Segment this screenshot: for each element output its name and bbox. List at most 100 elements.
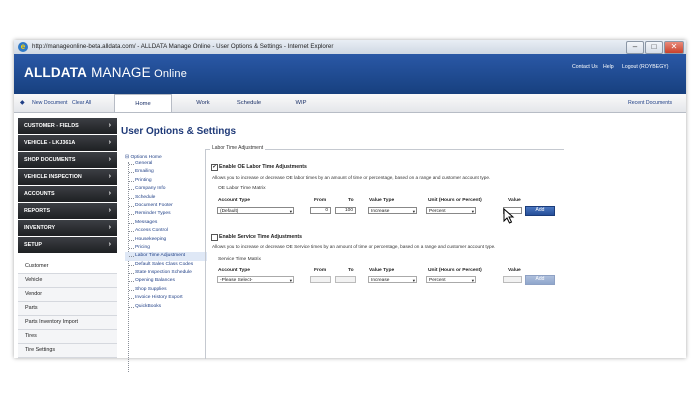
svc-value-type-select[interactable]: Increase ▾ xyxy=(368,276,417,283)
new-document-icon[interactable]: ◆ xyxy=(20,99,25,106)
chevron-down-icon: ▾ xyxy=(289,209,292,214)
chevron-down-icon: ▾ xyxy=(471,209,474,214)
tree-item-opening-balances[interactable]: Opening Balances xyxy=(125,277,207,285)
sidebar-section-accounts[interactable]: ACCOUNTS › xyxy=(18,186,117,202)
oe-unit-select[interactable]: Percent ▾ xyxy=(426,207,476,214)
help-link[interactable]: Help xyxy=(603,64,614,70)
window-title: http://manageonline-beta.alldata.com/ - … xyxy=(32,43,334,50)
sidebar-section-setup[interactable]: SETUP › xyxy=(18,237,117,253)
tree-item-emailing[interactable]: Emailing xyxy=(125,168,207,176)
oe-col-to: To xyxy=(348,198,354,203)
sidebar-section-customer[interactable]: CUSTOMER - FIELDS › xyxy=(18,118,117,134)
labor-time-fieldset xyxy=(205,149,564,359)
svc-col-unit: Unit (Hours or Percent) xyxy=(428,268,482,273)
sidebar: CUSTOMER - FIELDS › VEHICLE - LKJ361A › SH… xyxy=(18,118,117,364)
contact-us-link[interactable]: Contact Us xyxy=(572,64,598,70)
svc-add-button[interactable]: Add xyxy=(525,275,555,285)
oe-to-input[interactable]: 100 xyxy=(335,207,356,214)
logout-link[interactable]: Logout (ROYBEGY) xyxy=(622,64,668,70)
tree-item-access-control[interactable]: Access Control xyxy=(125,227,207,235)
oe-value-type-select[interactable]: Increase ▾ xyxy=(368,207,417,214)
svc-to-input[interactable] xyxy=(335,276,356,283)
chevron-down-icon: ▾ xyxy=(412,278,415,283)
tree-item-printing[interactable]: Printing xyxy=(125,177,207,185)
tab-schedule[interactable]: Schedule xyxy=(220,94,278,112)
new-document-link[interactable]: New Document xyxy=(32,100,67,106)
sidebar-item-vehicle[interactable]: Vehicle xyxy=(18,274,117,288)
oe-col-value-type: Value Type xyxy=(369,198,395,203)
svc-from-input[interactable] xyxy=(310,276,331,283)
oe-col-account-type: Account Type xyxy=(218,198,250,203)
enable-service-checkbox[interactable] xyxy=(211,234,218,241)
oe-col-value: Value xyxy=(508,198,521,203)
tab-home[interactable]: Home xyxy=(114,94,172,112)
enable-service-label: Enable Service Time Adjustments xyxy=(219,234,303,240)
sidebar-section-inventory[interactable]: INVENTORY › xyxy=(18,220,117,236)
oe-col-unit: Unit (Hours or Percent) xyxy=(428,198,482,203)
sidebar-item-tire-settings[interactable]: Tire Settings xyxy=(18,344,117,358)
tree-item-company-info[interactable]: Company Info xyxy=(125,185,207,193)
chevron-right-icon: › xyxy=(108,190,111,197)
enable-oe-labor-checkbox[interactable]: ✔ xyxy=(211,164,218,171)
fieldset-legend: Labor Time Adjustment xyxy=(210,145,266,151)
sidebar-item-customer[interactable]: Customer xyxy=(18,260,117,274)
sidebar-item-parts-inventory-import[interactable]: Parts Inventory Import xyxy=(18,316,117,330)
svc-value-input[interactable] xyxy=(503,276,522,283)
oe-add-button[interactable]: Add xyxy=(525,206,555,216)
svc-col-value: Value xyxy=(508,268,521,273)
svc-account-type-select[interactable]: -Please Select- ▾ xyxy=(217,276,294,283)
oe-account-type-select[interactable]: (Default) ▾ xyxy=(217,207,294,214)
sidebar-section-vehicle-inspection[interactable]: VEHICLE INSPECTION › xyxy=(18,169,117,185)
tree-item-default-sales-class-codes[interactable]: Default Sales Class Codes xyxy=(125,261,207,269)
mouse-cursor-icon xyxy=(503,208,515,224)
tree-item-shop-supplies[interactable]: Shop Supplies xyxy=(125,286,207,294)
oe-labor-description: Allows you to increase or decrease OE la… xyxy=(212,175,491,180)
svc-col-to: To xyxy=(348,268,354,273)
service-description: Allows you to increase or decrease OE Se… xyxy=(212,244,496,249)
tree-item-state-inspection-schedule[interactable]: State Inspection Schedule xyxy=(125,269,207,277)
sidebar-item-vendor[interactable]: Vendor xyxy=(18,288,117,302)
tab-wip[interactable]: WIP xyxy=(272,94,330,112)
close-button[interactable]: ✕ xyxy=(664,41,684,54)
tree-item-quickbooks[interactable]: QuickBooks xyxy=(125,303,207,311)
maximize-button[interactable]: □ xyxy=(645,41,663,54)
sidebar-section-reports[interactable]: REPORTS › xyxy=(18,203,117,219)
chevron-down-icon: › xyxy=(108,241,111,248)
tree-item-general[interactable]: General xyxy=(125,160,207,168)
enable-oe-labor-label: Enable OE Labor Time Adjustments xyxy=(219,164,307,170)
chevron-right-icon: › xyxy=(108,122,111,129)
minimize-button[interactable]: – xyxy=(626,41,644,54)
chevron-down-icon: ▾ xyxy=(412,209,415,214)
clear-all-link[interactable]: Clear All xyxy=(72,100,91,106)
chevron-right-icon: › xyxy=(108,156,111,163)
tree-item-invoice-history-export[interactable]: Invoice History Export xyxy=(125,294,207,302)
svc-unit-select[interactable]: Percent ▾ xyxy=(426,276,476,283)
sidebar-item-parts[interactable]: Parts xyxy=(18,302,117,316)
tree-item-reminder-types[interactable]: Reminder Types xyxy=(125,210,207,218)
app-header: ALLDATA MANAGE Online Contact Us Help Lo… xyxy=(14,54,686,94)
tree-item-housekeeping[interactable]: Housekeeping xyxy=(125,236,207,244)
tree-item-pricing[interactable]: Pricing xyxy=(125,244,207,252)
svc-col-from: From xyxy=(314,268,327,273)
nav-bar: ◆ New Document Clear All Home Work Sched… xyxy=(14,94,686,113)
internet-explorer-icon: e xyxy=(18,42,28,52)
sidebar-item-tires[interactable]: Tires xyxy=(18,330,117,344)
chevron-down-icon: ▾ xyxy=(471,278,474,283)
tree-item-labor-time-adjustment[interactable]: Labor Time Adjustment xyxy=(125,252,207,261)
oe-from-input[interactable]: 0 xyxy=(310,207,331,214)
alldata-logo: ALLDATA MANAGE Online xyxy=(24,65,188,80)
sidebar-section-shop-documents[interactable]: SHOP DOCUMENTS › xyxy=(18,152,117,168)
tree-item-messages[interactable]: Messages xyxy=(125,219,207,227)
svc-col-value-type: Value Type xyxy=(369,268,395,273)
chevron-down-icon: ▾ xyxy=(289,278,292,283)
oe-col-from: From xyxy=(314,198,327,203)
oe-labor-matrix-title: OE Labor Time Matrix xyxy=(218,186,266,191)
svc-col-account-type: Account Type xyxy=(218,268,250,273)
tree-item-document-footer[interactable]: Document Footer xyxy=(125,202,207,210)
options-tree: ⊟ Options Home General Emailing Printing… xyxy=(125,154,207,372)
tree-item-schedule[interactable]: Schedule xyxy=(125,194,207,202)
sidebar-section-vehicle[interactable]: VEHICLE - LKJ361A › xyxy=(18,135,117,151)
service-matrix-title: Service Time Matrix xyxy=(218,257,261,262)
recent-documents-link[interactable]: Recent Documents xyxy=(628,100,672,106)
page-title: User Options & Settings xyxy=(121,126,237,137)
